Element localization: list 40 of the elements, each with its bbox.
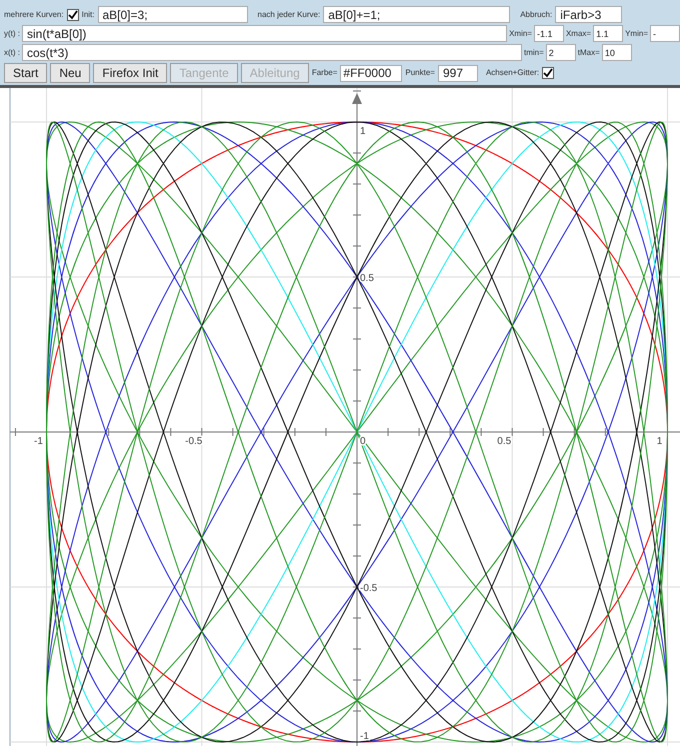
axis-label: 1 <box>656 436 662 447</box>
range-field[interactable]: 2 <box>546 44 576 61</box>
field-label: Farbe= <box>312 67 338 79</box>
range-field[interactable]: - <box>650 25 680 42</box>
checkbox[interactable] <box>542 67 554 79</box>
toolbar-button[interactable]: Start <box>4 63 48 83</box>
axis-label: -1 <box>360 731 369 742</box>
field-label: Init: <box>82 8 94 20</box>
field-label: x(t) : <box>4 46 20 58</box>
field-label: y(t) : <box>4 28 20 40</box>
field-label: nach jeder Kurve: <box>258 8 320 20</box>
axis-label: 0.5 <box>497 436 512 447</box>
range-field[interactable]: -1.1 <box>534 25 564 42</box>
y-function-field[interactable]: sin(t*aB[0]) <box>22 25 508 42</box>
axis-label: 1 <box>360 126 366 137</box>
field-label: Xmin= <box>509 28 532 40</box>
axis-label: 0 <box>360 436 366 447</box>
range-field[interactable]: 10 <box>602 44 632 61</box>
axis-label: 0.5 <box>360 273 374 284</box>
range-field[interactable]: 1.1 <box>593 25 624 42</box>
axis-label: -0.5 <box>360 583 378 594</box>
init-field[interactable]: aB[0]=3; <box>98 6 248 23</box>
field-label: Punkte= <box>405 67 435 79</box>
checkbox[interactable] <box>66 8 79 20</box>
after-each-curve-field[interactable]: aB[0]+=1; <box>323 6 510 23</box>
axis-label: -0.5 <box>185 436 202 447</box>
field-label: mehrere Kurven: <box>4 8 64 20</box>
field-label: Ymin= <box>625 28 648 40</box>
field-label: Abbruch: <box>520 8 552 20</box>
field-label: Xmax= <box>566 28 592 40</box>
field-label: tmin= <box>524 46 544 58</box>
field-label: Achsen+Gitter: <box>486 67 540 79</box>
stop-condition-field[interactable]: iFarb>3 <box>555 6 622 23</box>
axis-label: -1 <box>34 436 43 447</box>
field-label: tMax= <box>578 46 600 58</box>
toolbar-button[interactable]: Firefox Init <box>93 63 168 83</box>
toolbar-button[interactable]: Neu <box>50 63 90 83</box>
color-field[interactable]: #FF0000 <box>340 64 402 82</box>
points-field[interactable]: 997 <box>438 64 478 82</box>
x-function-field[interactable]: cos(t*3) <box>22 44 522 61</box>
